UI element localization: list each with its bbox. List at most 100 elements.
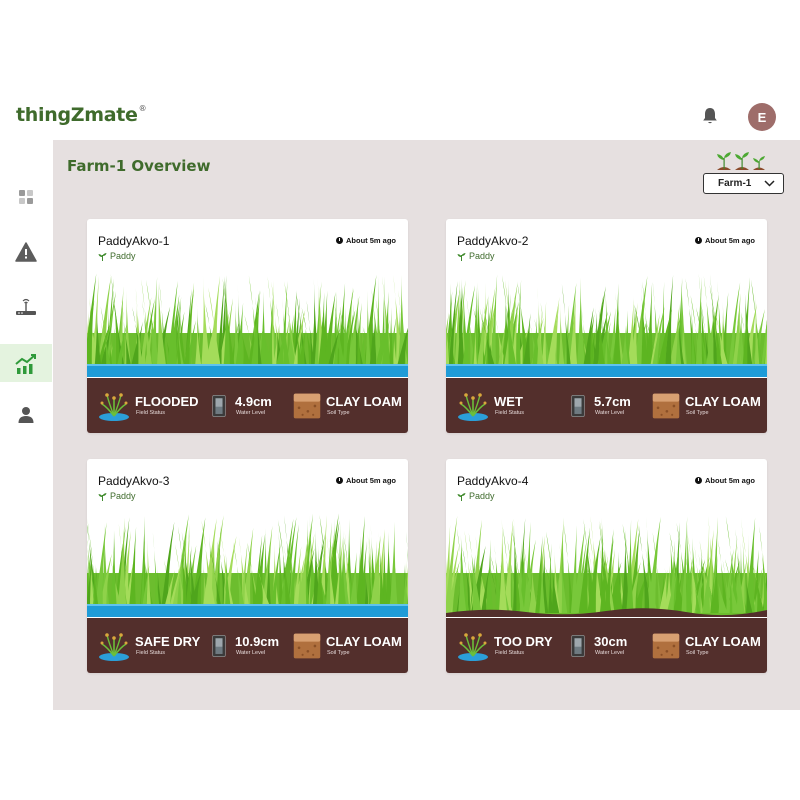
bell-icon[interactable] [700, 106, 720, 126]
sprout-icon [98, 492, 107, 501]
soil-type-value: CLAY LOAM [326, 394, 402, 409]
field-status-value: FLOODED [135, 394, 199, 409]
field-status-label: Field Status [136, 410, 166, 416]
grass-illustration [446, 273, 767, 377]
soil-type-stat: CLAY LOAM Soil Type [292, 618, 402, 673]
field-status-stat: SAFE DRY Field Status [97, 618, 200, 673]
soil-icon [293, 393, 321, 418]
farm-select-value: Farm-1 [718, 178, 752, 189]
card-crop-label: Paddy [469, 491, 495, 501]
water-level-value: 10.9cm [235, 634, 280, 649]
card-crop: Paddy [98, 251, 136, 261]
card-crop: Paddy [98, 491, 136, 501]
sidebar-item-analytics[interactable] [0, 344, 52, 382]
alert-icon [15, 242, 37, 262]
grass-illustration [446, 515, 767, 617]
paddy-plant-icon [458, 392, 488, 421]
water-level-value: 30cm [594, 634, 628, 649]
water-level-value: 5.7cm [594, 394, 631, 409]
sprout-icon [457, 492, 466, 501]
card-crop: Paddy [457, 251, 495, 261]
card-timestamp: About 5m ago [695, 476, 755, 485]
sidebar-item-dashboard[interactable] [0, 178, 52, 216]
clock-icon [695, 237, 702, 244]
sidebar-item-gateways[interactable] [0, 288, 52, 326]
sidebar-item-alerts[interactable] [0, 233, 52, 271]
card-crop-label: Paddy [110, 491, 136, 501]
sensor-card-2[interactable]: PaddyAkvo-2 Paddy About 5m ago WET Field… [446, 219, 767, 433]
soil-type-value: CLAY LOAM [326, 634, 402, 649]
soil-icon [652, 393, 680, 418]
card-title: PaddyAkvo-2 [457, 234, 529, 248]
water-level-label: Water Level [236, 650, 266, 656]
card-title: PaddyAkvo-3 [98, 474, 170, 488]
soil-icon [293, 633, 321, 658]
field-status-label: Field Status [495, 410, 525, 416]
card-timestamp: About 5m ago [336, 236, 396, 245]
gateway-icon [16, 298, 36, 315]
analytics-icon [15, 354, 36, 374]
soil-type-label: Soil Type [327, 650, 350, 656]
water-level-stat: 5.7cm Water Level [566, 378, 631, 433]
field-status-stat: TOO DRY Field Status [456, 618, 553, 673]
soil-type-value: CLAY LOAM [685, 394, 761, 409]
field-status-value: SAFE DRY [135, 634, 201, 649]
card-title: PaddyAkvo-1 [98, 234, 170, 248]
clock-icon [336, 477, 343, 484]
card-time-label: About 5m ago [346, 236, 396, 245]
grass-illustration [87, 513, 408, 617]
soil-type-label: Soil Type [327, 410, 350, 416]
paddy-plant-icon [99, 632, 129, 661]
sprout-icon [98, 252, 107, 261]
water-level-stat: 10.9cm Water Level [207, 618, 279, 673]
soil-type-stat: CLAY LOAM Soil Type [292, 378, 402, 433]
grass-illustration [87, 273, 408, 377]
field-status-label: Field Status [495, 650, 525, 656]
water-gauge-icon [571, 394, 585, 417]
app-logo[interactable]: thingZmate® [16, 104, 147, 126]
soil-type-label: Soil Type [686, 410, 709, 416]
chevron-down-icon [764, 180, 775, 187]
card-crop-label: Paddy [110, 251, 136, 261]
soil-icon [652, 633, 680, 658]
soil-type-stat: CLAY LOAM Soil Type [651, 618, 761, 673]
water-level-label: Water Level [236, 410, 266, 416]
field-status-stat: WET Field Status [456, 378, 524, 433]
card-status-bar: FLOODED Field Status 4.9cm Water Level C… [87, 378, 408, 433]
card-crop-label: Paddy [469, 251, 495, 261]
paddy-plant-icon [458, 632, 488, 661]
field-status-label: Field Status [136, 650, 166, 656]
sidebar-item-profile[interactable] [0, 396, 52, 434]
card-status-bar: WET Field Status 5.7cm Water Level CLAY … [446, 378, 767, 433]
dashboard-icon [19, 190, 33, 204]
clock-icon [695, 477, 702, 484]
clock-icon [336, 237, 343, 244]
main-panel: Farm-1 Overview Farm-1 PaddyAkvo-1 Paddy… [53, 140, 800, 710]
soil-type-value: CLAY LOAM [685, 634, 761, 649]
field-status-stat: FLOODED Field Status [97, 378, 199, 433]
field-status-value: WET [494, 394, 523, 409]
card-timestamp: About 5m ago [336, 476, 396, 485]
sensor-card-4[interactable]: PaddyAkvo-4 Paddy About 5m ago TOO DRY F… [446, 459, 767, 673]
water-level-stat: 30cm Water Level [566, 618, 627, 673]
card-status-bar: TOO DRY Field Status 30cm Water Level CL… [446, 618, 767, 673]
farm-select[interactable]: Farm-1 [703, 173, 784, 194]
soil-type-stat: CLAY LOAM Soil Type [651, 378, 761, 433]
water-level-stat: 4.9cm Water Level [207, 378, 272, 433]
user-avatar[interactable]: E [748, 103, 776, 131]
field-status-value: TOO DRY [494, 634, 553, 649]
water-gauge-icon [212, 394, 226, 417]
soil-type-label: Soil Type [686, 650, 709, 656]
app-root: thingZmate® E Farm-1 Overview Farm-1 Pad… [0, 0, 800, 800]
sensor-card-3[interactable]: PaddyAkvo-3 Paddy About 5m ago SAFE DRY … [87, 459, 408, 673]
sidebar [0, 140, 52, 710]
seedlings-icon [717, 152, 765, 170]
water-gauge-icon [212, 634, 226, 657]
water-gauge-icon [571, 634, 585, 657]
user-icon [18, 407, 34, 423]
water-level-label: Water Level [595, 650, 625, 656]
paddy-plant-icon [99, 392, 129, 421]
sensor-card-1[interactable]: PaddyAkvo-1 Paddy About 5m ago FLOODED F… [87, 219, 408, 433]
card-title: PaddyAkvo-4 [457, 474, 529, 488]
sprout-icon [457, 252, 466, 261]
